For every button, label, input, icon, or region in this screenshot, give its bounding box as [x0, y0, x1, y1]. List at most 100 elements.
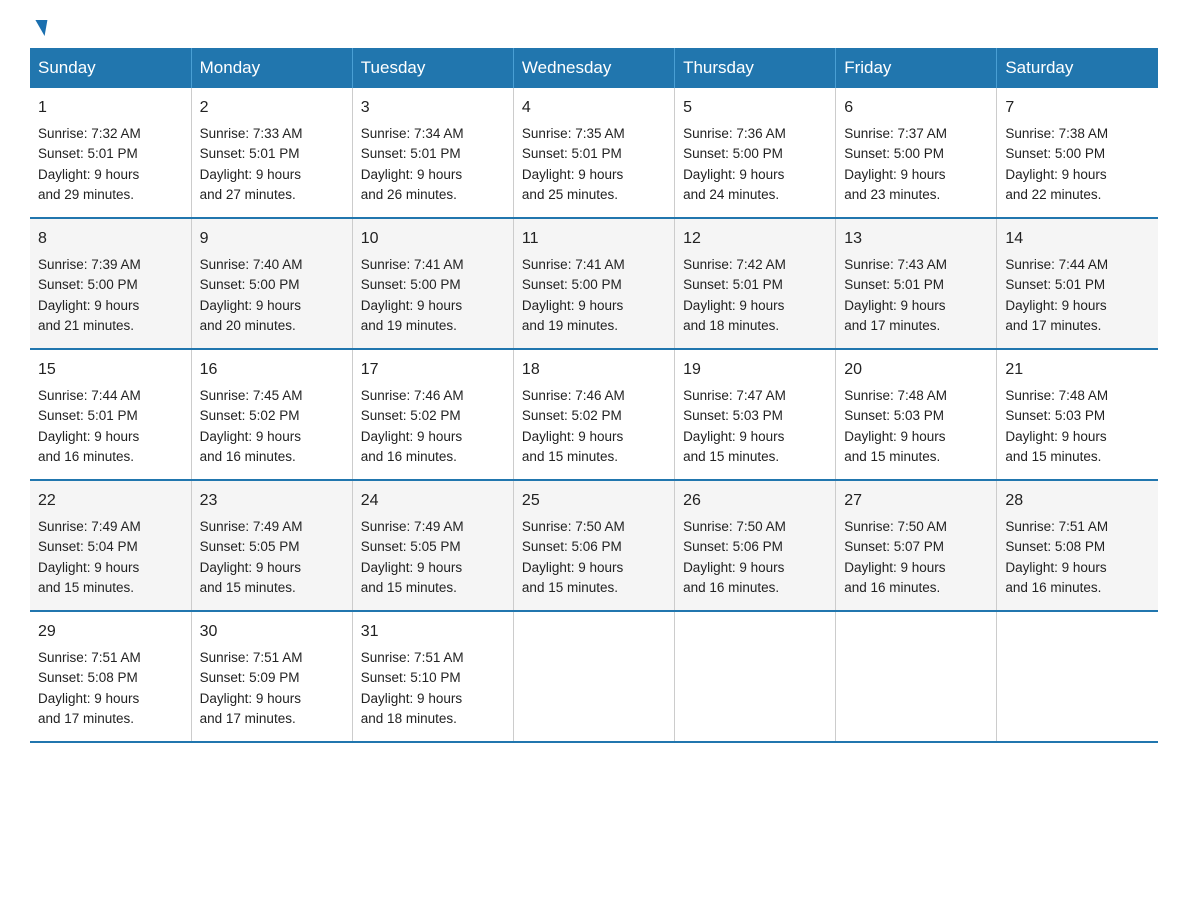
calendar-week-row: 22Sunrise: 7:49 AMSunset: 5:04 PMDayligh…	[30, 480, 1158, 611]
day-info: Sunrise: 7:51 AMSunset: 5:08 PMDaylight:…	[38, 648, 183, 729]
calendar-cell: 13 Sunrise: 7:43 AMSunset: 5:01 PMDayligh…	[836, 218, 997, 349]
calendar-header-row: SundayMondayTuesdayWednesdayThursdayFrid…	[30, 48, 1158, 88]
day-info: Sunrise: 7:47 AMSunset: 5:03 PMDaylight:…	[683, 386, 827, 467]
logo	[30, 20, 46, 30]
calendar-cell: 17Sunrise: 7:46 AMSunset: 5:02 PMDayligh…	[352, 349, 513, 480]
day-info: Sunrise: 7:35 AMSunset: 5:01 PMDaylight:…	[522, 124, 666, 205]
day-info: Sunrise: 7:49 AMSunset: 5:04 PMDaylight:…	[38, 517, 183, 598]
calendar-cell: 15 Sunrise: 7:44 AMSunset: 5:01 PMDayligh…	[30, 349, 191, 480]
day-number: 5	[683, 96, 827, 120]
calendar-cell	[675, 611, 836, 742]
header-thursday: Thursday	[675, 48, 836, 88]
day-info: Sunrise: 7:40 AMSunset: 5:00 PMDaylight:…	[200, 255, 344, 336]
header-sunday: Sunday	[30, 48, 191, 88]
calendar-cell: 3 Sunrise: 7:34 AMSunset: 5:01 PMDaylight…	[352, 88, 513, 218]
day-number: 18	[522, 358, 666, 382]
calendar-week-row: 29 Sunrise: 7:51 AMSunset: 5:08 PMDayligh…	[30, 611, 1158, 742]
calendar-cell	[836, 611, 997, 742]
day-number: 8	[38, 227, 183, 251]
day-number: 3	[361, 96, 505, 120]
day-number: 31	[361, 620, 505, 644]
calendar-cell: 7 Sunrise: 7:38 AMSunset: 5:00 PMDaylight…	[997, 88, 1158, 218]
day-info: Sunrise: 7:48 AMSunset: 5:03 PMDaylight:…	[844, 386, 988, 467]
day-info: Sunrise: 7:50 AMSunset: 5:07 PMDaylight:…	[844, 517, 988, 598]
day-info: Sunrise: 7:51 AMSunset: 5:09 PMDaylight:…	[200, 648, 344, 729]
day-number: 21	[1005, 358, 1150, 382]
day-number: 29	[38, 620, 183, 644]
day-number: 10	[361, 227, 505, 251]
calendar-cell: 4 Sunrise: 7:35 AMSunset: 5:01 PMDaylight…	[513, 88, 674, 218]
calendar-week-row: 15 Sunrise: 7:44 AMSunset: 5:01 PMDayligh…	[30, 349, 1158, 480]
calendar-cell: 22Sunrise: 7:49 AMSunset: 5:04 PMDayligh…	[30, 480, 191, 611]
calendar-cell: 30 Sunrise: 7:51 AMSunset: 5:09 PMDayligh…	[191, 611, 352, 742]
day-info: Sunrise: 7:34 AMSunset: 5:01 PMDaylight:…	[361, 124, 505, 205]
logo-arrow-icon	[33, 20, 48, 36]
day-number: 30	[200, 620, 344, 644]
day-info: Sunrise: 7:48 AMSunset: 5:03 PMDaylight:…	[1005, 386, 1150, 467]
calendar-cell: 26Sunrise: 7:50 AMSunset: 5:06 PMDayligh…	[675, 480, 836, 611]
day-number: 27	[844, 489, 988, 513]
day-number: 20	[844, 358, 988, 382]
day-info: Sunrise: 7:39 AMSunset: 5:00 PMDaylight:…	[38, 255, 183, 336]
calendar-cell: 19 Sunrise: 7:47 AMSunset: 5:03 PMDayligh…	[675, 349, 836, 480]
day-number: 19	[683, 358, 827, 382]
day-info: Sunrise: 7:45 AMSunset: 5:02 PMDaylight:…	[200, 386, 344, 467]
calendar-cell: 28 Sunrise: 7:51 AMSunset: 5:08 PMDayligh…	[997, 480, 1158, 611]
day-info: Sunrise: 7:46 AMSunset: 5:02 PMDaylight:…	[522, 386, 666, 467]
day-info: Sunrise: 7:41 AMSunset: 5:00 PMDaylight:…	[361, 255, 505, 336]
day-info: Sunrise: 7:49 AMSunset: 5:05 PMDaylight:…	[361, 517, 505, 598]
day-number: 28	[1005, 489, 1150, 513]
calendar-cell: 5 Sunrise: 7:36 AMSunset: 5:00 PMDaylight…	[675, 88, 836, 218]
day-info: Sunrise: 7:51 AMSunset: 5:10 PMDaylight:…	[361, 648, 505, 729]
logo-general-text	[30, 20, 46, 36]
calendar-cell: 16 Sunrise: 7:45 AMSunset: 5:02 PMDayligh…	[191, 349, 352, 480]
header-friday: Friday	[836, 48, 997, 88]
calendar-cell: 29 Sunrise: 7:51 AMSunset: 5:08 PMDayligh…	[30, 611, 191, 742]
day-info: Sunrise: 7:49 AMSunset: 5:05 PMDaylight:…	[200, 517, 344, 598]
day-info: Sunrise: 7:42 AMSunset: 5:01 PMDaylight:…	[683, 255, 827, 336]
calendar-cell: 23 Sunrise: 7:49 AMSunset: 5:05 PMDayligh…	[191, 480, 352, 611]
header-monday: Monday	[191, 48, 352, 88]
day-number: 24	[361, 489, 505, 513]
day-number: 2	[200, 96, 344, 120]
day-number: 25	[522, 489, 666, 513]
page-header	[30, 20, 1158, 30]
calendar-cell	[997, 611, 1158, 742]
header-tuesday: Tuesday	[352, 48, 513, 88]
calendar-cell: 18 Sunrise: 7:46 AMSunset: 5:02 PMDayligh…	[513, 349, 674, 480]
day-info: Sunrise: 7:51 AMSunset: 5:08 PMDaylight:…	[1005, 517, 1150, 598]
calendar-cell: 24 Sunrise: 7:49 AMSunset: 5:05 PMDayligh…	[352, 480, 513, 611]
calendar-cell: 6Sunrise: 7:37 AMSunset: 5:00 PMDaylight…	[836, 88, 997, 218]
day-info: Sunrise: 7:32 AMSunset: 5:01 PMDaylight:…	[38, 124, 183, 205]
calendar-cell: 14 Sunrise: 7:44 AMSunset: 5:01 PMDayligh…	[997, 218, 1158, 349]
calendar-cell: 20 Sunrise: 7:48 AMSunset: 5:03 PMDayligh…	[836, 349, 997, 480]
day-number: 9	[200, 227, 344, 251]
day-info: Sunrise: 7:41 AMSunset: 5:00 PMDaylight:…	[522, 255, 666, 336]
day-number: 17	[361, 358, 505, 382]
calendar-cell	[513, 611, 674, 742]
calendar-cell: 2 Sunrise: 7:33 AMSunset: 5:01 PMDaylight…	[191, 88, 352, 218]
calendar-cell: 9 Sunrise: 7:40 AMSunset: 5:00 PMDaylight…	[191, 218, 352, 349]
day-number: 15	[38, 358, 183, 382]
day-info: Sunrise: 7:33 AMSunset: 5:01 PMDaylight:…	[200, 124, 344, 205]
calendar-week-row: 1Sunrise: 7:32 AMSunset: 5:01 PMDaylight…	[30, 88, 1158, 218]
day-number: 23	[200, 489, 344, 513]
day-number: 14	[1005, 227, 1150, 251]
day-info: Sunrise: 7:50 AMSunset: 5:06 PMDaylight:…	[683, 517, 827, 598]
day-info: Sunrise: 7:44 AMSunset: 5:01 PMDaylight:…	[1005, 255, 1150, 336]
calendar-cell: 1Sunrise: 7:32 AMSunset: 5:01 PMDaylight…	[30, 88, 191, 218]
day-number: 6	[844, 96, 988, 120]
day-info: Sunrise: 7:36 AMSunset: 5:00 PMDaylight:…	[683, 124, 827, 205]
day-info: Sunrise: 7:38 AMSunset: 5:00 PMDaylight:…	[1005, 124, 1150, 205]
calendar-cell: 25Sunrise: 7:50 AMSunset: 5:06 PMDayligh…	[513, 480, 674, 611]
day-number: 16	[200, 358, 344, 382]
calendar-cell: 11Sunrise: 7:41 AMSunset: 5:00 PMDayligh…	[513, 218, 674, 349]
calendar-cell: 10 Sunrise: 7:41 AMSunset: 5:00 PMDayligh…	[352, 218, 513, 349]
day-number: 13	[844, 227, 988, 251]
day-number: 12	[683, 227, 827, 251]
day-info: Sunrise: 7:44 AMSunset: 5:01 PMDaylight:…	[38, 386, 183, 467]
day-info: Sunrise: 7:43 AMSunset: 5:01 PMDaylight:…	[844, 255, 988, 336]
day-number: 4	[522, 96, 666, 120]
calendar-table: SundayMondayTuesdayWednesdayThursdayFrid…	[30, 48, 1158, 743]
day-number: 7	[1005, 96, 1150, 120]
